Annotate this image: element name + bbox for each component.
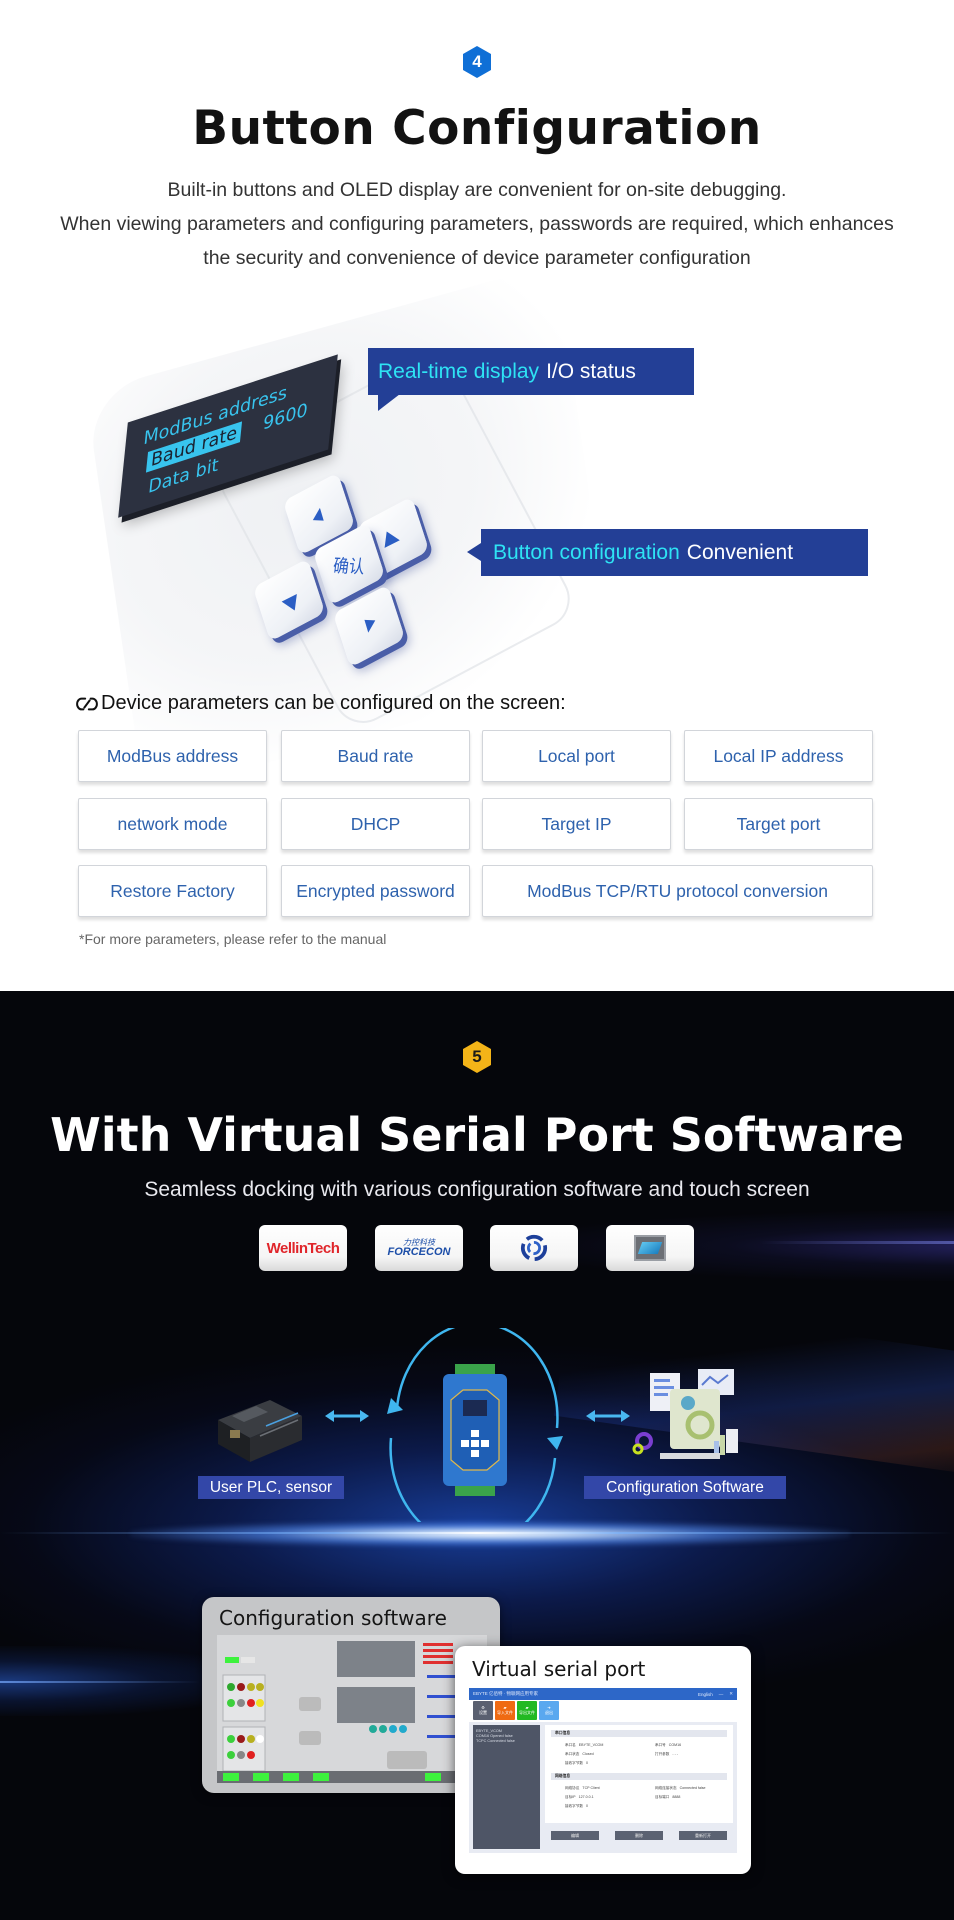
logo-touch-screen[interactable] bbox=[606, 1225, 694, 1271]
footnote: *For more parameters, please refer to th… bbox=[79, 931, 387, 947]
vsp-row: 网络协议 TCP Client bbox=[565, 1786, 600, 1790]
param-baud-rate[interactable]: Baud rate bbox=[281, 730, 470, 782]
touch-screen-icon bbox=[634, 1235, 666, 1261]
callout-text: I/O status bbox=[546, 359, 636, 383]
vsp-row: 网络连接状态 Connected false bbox=[655, 1786, 706, 1790]
section-description: Built-in buttons and OLED display are co… bbox=[0, 173, 954, 275]
callout-highlight: Button configuration bbox=[493, 540, 680, 564]
description-line: When viewing parameters and configuring … bbox=[60, 213, 894, 235]
logo-forcecon[interactable]: 力控科技 FORCECON bbox=[375, 1225, 463, 1271]
param-encrypted-password[interactable]: Encrypted password bbox=[281, 865, 470, 917]
param-local-ip-address[interactable]: Local IP address bbox=[684, 730, 873, 782]
param-target-ip[interactable]: Target IP bbox=[482, 798, 671, 850]
label-user-plc-sensor: User PLC, sensor bbox=[198, 1476, 344, 1499]
callout-realtime-display: Real-time display I/O status bbox=[368, 348, 694, 411]
vsp-row: 串口名 EBYTE_VCOM bbox=[565, 1743, 604, 1747]
section-subtitle: Seamless docking with various configurat… bbox=[144, 1178, 810, 1201]
param-dhcp[interactable]: DHCP bbox=[281, 798, 470, 850]
vsp-device-tree: EBYTE_VCOM COM16 Opened false TCPC Conne… bbox=[473, 1725, 540, 1849]
vsp-delete-button[interactable]: 删除 bbox=[615, 1831, 663, 1840]
vsp-row: 打开参数 - - - bbox=[655, 1752, 678, 1756]
screenshot-title: Virtual serial port bbox=[472, 1657, 646, 1681]
params-heading: Device parameters can be configured on t… bbox=[76, 692, 566, 715]
param-modbus-protocol-conversion[interactable]: ModBus TCP/RTU protocol conversion bbox=[482, 865, 873, 917]
forcecon-logo: 力控科技 FORCECON bbox=[387, 1238, 451, 1258]
vsp-details-panel: 串口信息 串口名 EBYTE_VCOM 串口号 COM16 串口状态 Close… bbox=[545, 1725, 733, 1823]
close-icon[interactable]: ✕ bbox=[729, 1691, 733, 1697]
scada-mockup bbox=[217, 1635, 487, 1783]
description-line: the security and convenience of device p… bbox=[203, 247, 751, 269]
section-virtual-serial-port: 5 With Virtual Serial Port Software Seam… bbox=[0, 991, 954, 1920]
param-target-port[interactable]: Target port bbox=[684, 798, 873, 850]
section-title: Button Configuration bbox=[192, 101, 762, 156]
callout-highlight: Real-time display bbox=[378, 359, 540, 383]
plc-device-icon bbox=[218, 1400, 302, 1462]
forcecon-logo-en: FORCECON bbox=[387, 1245, 451, 1258]
callout-button-configuration: Button configuration Convenient bbox=[467, 529, 868, 576]
callout-text: Convenient bbox=[686, 540, 794, 564]
vsp-window-title: EBYTE 亿佰特 · 物联网应用专家 bbox=[473, 1691, 539, 1696]
vsp-title-bar: EBYTE 亿佰特 · 物联网应用专家 English — ✕ bbox=[469, 1688, 737, 1700]
link-icon bbox=[76, 697, 98, 710]
screenshot-title: Configuration software bbox=[219, 1606, 447, 1630]
minimize-icon[interactable]: — bbox=[719, 1692, 724, 1697]
vsp-section-serial: 串口信息 bbox=[551, 1730, 727, 1737]
param-restore-factory[interactable]: Restore Factory bbox=[78, 865, 267, 917]
background-light-streak-left bbox=[0, 1681, 200, 1683]
param-modbus-address[interactable]: ModBus address bbox=[78, 730, 267, 782]
key-left[interactable]: ◀ bbox=[252, 558, 326, 642]
param-network-mode[interactable]: network mode bbox=[78, 798, 267, 850]
vsp-tool-exit[interactable]: ➔ 退出 bbox=[539, 1701, 559, 1720]
lens-flare-line bbox=[0, 1532, 954, 1534]
background-glow bbox=[520, 1211, 954, 1281]
io-module-device-icon bbox=[443, 1364, 507, 1496]
vsp-app-window: EBYTE 亿佰特 · 物联网应用专家 English — ✕ ⚙ 设置 ▰ 导入文… bbox=[469, 1688, 737, 1853]
wellintech-logo-text: WellinTech bbox=[266, 1239, 340, 1257]
section-number-badge: 5 bbox=[463, 1041, 491, 1073]
bidirectional-arrow-icon bbox=[586, 1410, 630, 1422]
vsp-tool-export[interactable]: ▰ 导出文件 bbox=[517, 1701, 537, 1720]
label-configuration-software: Configuration Software bbox=[584, 1476, 786, 1499]
param-local-port[interactable]: Local port bbox=[482, 730, 671, 782]
arrow-down-icon: ▼ bbox=[358, 613, 380, 638]
vsp-row: 目标端口 8888 bbox=[655, 1795, 681, 1799]
logo-swirl[interactable] bbox=[490, 1225, 578, 1271]
lens-flare bbox=[130, 1521, 850, 1547]
virtual-serial-port-screenshot: Virtual serial port EBYTE 亿佰特 · 物联网应用专家 … bbox=[455, 1646, 751, 1874]
vsp-row: 串口状态 Closed bbox=[565, 1752, 594, 1756]
vsp-toolbar: ⚙ 设置 ▰ 导入文件 ▰ 导出文件 ➔ 退出 bbox=[469, 1700, 737, 1722]
tree-item[interactable]: TCPC Connected false bbox=[476, 1739, 537, 1744]
vsp-reopen-button[interactable]: 重新打开 bbox=[679, 1831, 727, 1840]
keypad: ▲ ▶ 确认 ◀ ▼ bbox=[240, 472, 440, 668]
section-button-configuration: 4 Button Configuration Built-in buttons … bbox=[0, 0, 954, 991]
vsp-tool-import[interactable]: ▰ 导入文件 bbox=[495, 1701, 515, 1720]
background-light-streak bbox=[760, 1241, 954, 1244]
configuration-software-illustration bbox=[632, 1369, 738, 1459]
vsp-row: 接收字节数 0 bbox=[565, 1804, 588, 1808]
vsp-section-network: 网络信息 bbox=[551, 1773, 727, 1780]
section-title: With Virtual Serial Port Software bbox=[50, 1108, 904, 1162]
vsp-row: 目标IP 127.0.0.1 bbox=[565, 1795, 594, 1799]
swirl-logo-icon bbox=[520, 1234, 548, 1262]
vsp-tool-settings[interactable]: ⚙ 设置 bbox=[473, 1701, 493, 1720]
bidirectional-arrow-icon bbox=[325, 1410, 369, 1422]
vsp-row: 串口号 COM16 bbox=[655, 1743, 682, 1747]
arrow-right-icon: ▶ bbox=[384, 526, 402, 551]
params-heading-text: Device parameters can be configured on t… bbox=[101, 692, 566, 714]
vsp-language[interactable]: English bbox=[698, 1692, 713, 1697]
arrow-left-icon: ◀ bbox=[280, 588, 298, 613]
confirm-label: 确认 bbox=[331, 555, 366, 578]
section-number-badge: 4 bbox=[463, 46, 491, 78]
vsp-edit-button[interactable]: 编辑 bbox=[551, 1831, 599, 1840]
arrow-up-icon: ▲ bbox=[308, 501, 330, 526]
vsp-row: 接收字节数 0 bbox=[565, 1761, 588, 1765]
logo-wellintech[interactable]: WellinTech bbox=[259, 1225, 347, 1271]
description-line: Built-in buttons and OLED display are co… bbox=[167, 179, 787, 201]
